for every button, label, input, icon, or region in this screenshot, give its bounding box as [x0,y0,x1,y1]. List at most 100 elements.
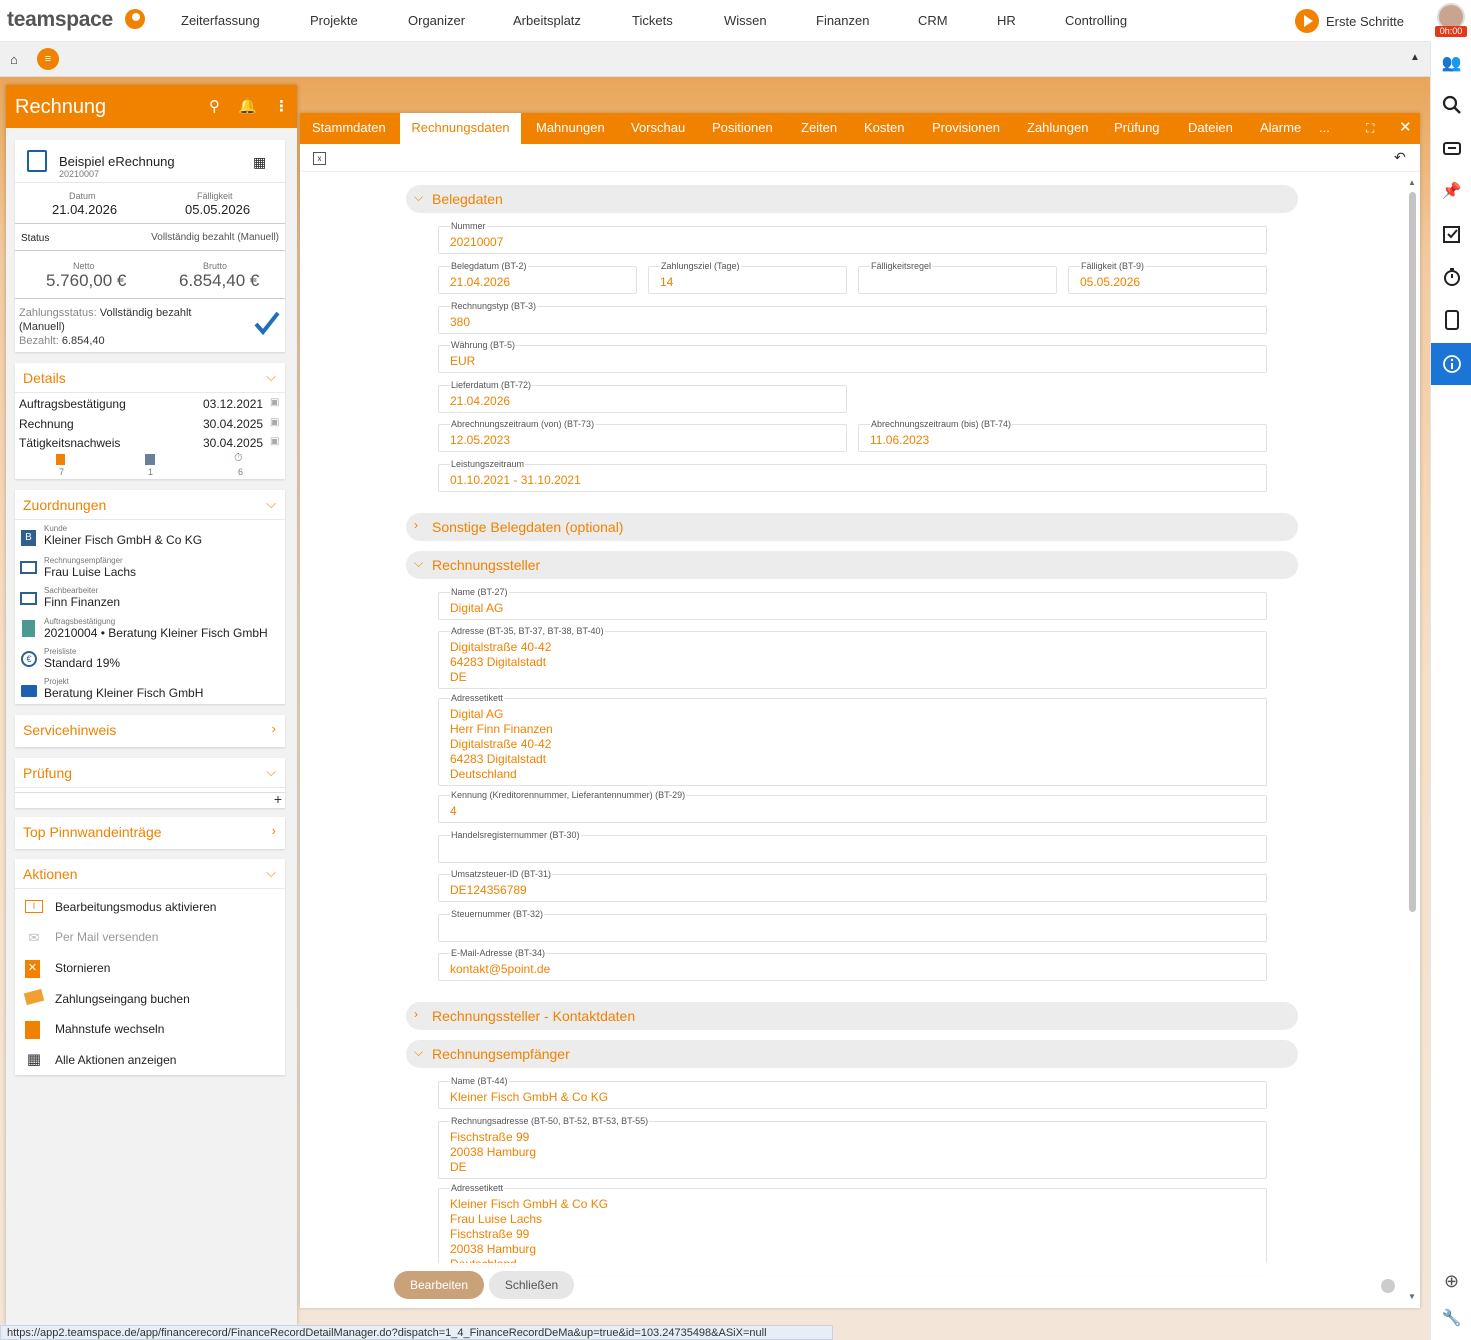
menu-icon[interactable]: ≡ [37,48,59,70]
action-item[interactable]: Bearbeitungsmodus aktivieren [55,900,216,914]
aktionen-header[interactable]: Aktionen ⌵ [15,859,285,889]
nav-tickets[interactable]: Tickets [632,13,673,28]
pin-icon[interactable]: 📌 [1431,170,1471,212]
stopwatch-icon[interactable] [1431,256,1471,298]
field-steller-email[interactable]: E-Mail-Adresse (BT-34) kontakt@5point.de [438,948,1267,981]
field-abrechnung-bis[interactable]: Abrechnungszeitraum (bis) (BT-74) 11.06.2… [858,419,1267,452]
zuordnung-value[interactable]: Frau Luise Lachs [44,565,136,579]
field-lieferdatum[interactable]: Lieferdatum (BT-72) 21.04.2026 [438,380,847,413]
action-item[interactable]: Per Mail versenden [55,930,158,944]
add-icon[interactable]: + [274,791,282,807]
pdf-icon[interactable]: ▣ [270,417,279,428]
user-circle-icon[interactable] [1381,1279,1395,1293]
field-steller-kennung[interactable]: Kennung (Kreditorennummer, Lieferantennu… [438,790,1267,823]
nav-organizer[interactable]: Organizer [408,13,465,28]
section-rechnungsempfaenger[interactable]: ⌵ Rechnungsempfänger [406,1040,1298,1068]
pdf-icon[interactable]: ▣ [270,436,279,447]
pinnwand-card[interactable]: Top Pinnwandeinträge › [15,817,285,849]
info-icon[interactable] [1431,343,1471,385]
scroll-down-icon[interactable]: ▼ [1408,1292,1416,1301]
bell-icon[interactable]: 🔔 [238,97,257,115]
tab-dateien[interactable]: Dateien [1188,113,1233,144]
pdf-icon[interactable]: ▣ [270,397,279,408]
nav-hr[interactable]: HR [997,13,1016,28]
field-faelligkeit[interactable]: Fälligkeit (BT-9) 05.05.2026 [1068,261,1267,294]
details-row-label[interactable]: Rechnung [19,417,74,431]
erste-schritte-button[interactable]: Erste Schritte [1295,9,1404,33]
scrollbar-thumb[interactable] [1409,192,1416,912]
details-header[interactable]: Details ⌵ [15,363,285,393]
action-item[interactable]: Zahlungseingang buchen [55,992,190,1006]
pruefung-header[interactable]: Prüfung ⌵ [15,758,285,788]
field-zahlungsziel[interactable]: Zahlungsziel (Tage) 14 [648,261,847,294]
pinnwand-header[interactable]: Top Pinnwandeinträge › [15,817,285,847]
section-sonstige[interactable]: › Sonstige Belegdaten (optional) [406,513,1298,541]
add-circle-icon[interactable]: ⊕ [1431,1260,1471,1302]
nav-projekte[interactable]: Projekte [310,13,358,28]
field-belegdatum[interactable]: Belegdatum (BT-2) 21.04.2026 [438,261,637,294]
field-steller-steuernummer[interactable]: Steuernummer (BT-32) [438,909,1267,942]
scrollbar[interactable]: ▲ ▼ [1407,178,1418,1305]
tab-vorschau[interactable]: Vorschau [631,113,685,144]
field-abrechnung-von[interactable]: Abrechnungszeitraum (von) (BT-73) 12.05.2… [438,419,847,452]
mobile-icon[interactable] [1431,299,1471,341]
nav-wissen[interactable]: Wissen [724,13,767,28]
tab-provisionen[interactable]: Provisionen [932,113,1000,144]
more-vertical-icon[interactable]: ⋮ [274,97,289,115]
field-rechnungstyp[interactable]: Rechnungstyp (BT-3) 380 [438,301,1267,334]
nav-arbeitsplatz[interactable]: Arbeitsplatz [513,13,581,28]
zuordnung-value[interactable]: Standard 19% [44,656,120,670]
field-faelligkeitsregel[interactable]: Fälligkeitsregel [858,261,1057,294]
tab-more[interactable]: ... [1319,113,1330,144]
tab-pruefung[interactable]: Prüfung [1114,113,1160,144]
zuordnung-value[interactable]: Kleiner Fisch GmbH & Co KG [44,533,202,547]
nav-zeiterfassung[interactable]: Zeiterfassung [181,13,260,28]
field-empfaenger-name[interactable]: Name (BT-44) Kleiner Fisch GmbH & Co KG [438,1076,1267,1109]
action-item[interactable]: Alle Aktionen anzeigen [55,1053,176,1067]
edit-button[interactable]: Bearbeiten [394,1271,484,1299]
stopwatch-icon[interactable]: ⏱ [234,452,243,465]
tasks-icon[interactable] [1431,213,1471,255]
tab-positionen[interactable]: Positionen [712,113,773,144]
timer-badge[interactable]: 0h:00 [1435,26,1467,37]
nav-controlling[interactable]: Controlling [1065,13,1127,28]
field-steller-name[interactable]: Name (BT-27) Digital AG [438,587,1267,620]
tab-mahnungen[interactable]: Mahnungen [536,113,605,144]
section-kontaktdaten[interactable]: › Rechnungssteller - Kontaktdaten [406,1002,1298,1030]
document-icon[interactable] [56,454,65,465]
tab-rechnungsdaten[interactable]: Rechnungsdaten [400,113,521,144]
scroll-up-icon[interactable]: ▲ [1408,178,1416,187]
undo-icon[interactable]: ↶ [1394,149,1406,166]
pin-icon[interactable]: ⚲ [209,97,220,115]
zuordnung-value[interactable]: Finn Finanzen [44,595,120,609]
collapse-up-icon[interactable]: ▲ [1410,52,1420,63]
field-waehrung[interactable]: Währung (BT-5) EUR [438,340,1267,373]
nav-crm[interactable]: CRM [918,13,948,28]
nav-finanzen[interactable]: Finanzen [816,13,869,28]
details-row-label[interactable]: Auftragsbestätigung [19,397,126,411]
field-steller-adresse[interactable]: Adresse (BT-35, BT-37, BT-38, BT-40) Digi… [438,626,1267,689]
tab-stammdaten[interactable]: Stammdaten [312,113,386,144]
zuordnung-value[interactable]: 20210004 • Beratung Kleiner Fisch GmbH [44,626,268,640]
teamspace-logo[interactable]: teamspace [7,8,113,32]
printer-icon[interactable] [145,454,155,465]
field-steller-ust-id[interactable]: Umsatzsteuer-ID (BT-31) DE124356789 [438,869,1267,902]
tab-alarme[interactable]: Alarme [1260,113,1301,144]
tab-kosten[interactable]: Kosten [864,113,904,144]
servicehinweis-header[interactable]: Servicehinweis › [15,715,285,745]
grid-icon[interactable]: ▦ [253,154,266,171]
section-rechnungssteller[interactable]: ⌵ Rechnungssteller [406,551,1298,579]
home-icon[interactable]: ⌂ [10,52,18,67]
action-item[interactable]: Stornieren [55,961,110,975]
field-leistungszeitraum[interactable]: Leistungszeitraum 01.10.2021 - 31.10.2021 [438,459,1267,492]
contacts-icon[interactable]: 👥 [1431,42,1471,84]
field-nummer[interactable]: Nummer 20210007 [438,221,1267,254]
fullscreen-icon[interactable]: ⛶ [1366,113,1374,144]
close-icon[interactable]: ✕ [1399,113,1412,144]
field-empfaenger-adresse[interactable]: Rechnungsadresse (BT-50, BT-52, BT-53, B… [438,1116,1267,1179]
field-steller-adressetikett[interactable]: Adressetikett Digital AG Herr Finn Finanz… [438,693,1267,786]
zuordnungen-header[interactable]: Zuordnungen ⌵ [15,490,285,520]
details-row-label[interactable]: Tätigkeitsnachweis [19,436,120,450]
field-steller-handelsregister[interactable]: Handelsregisternummer (BT-30) [438,830,1267,863]
excel-export-icon[interactable]: x [313,152,326,165]
